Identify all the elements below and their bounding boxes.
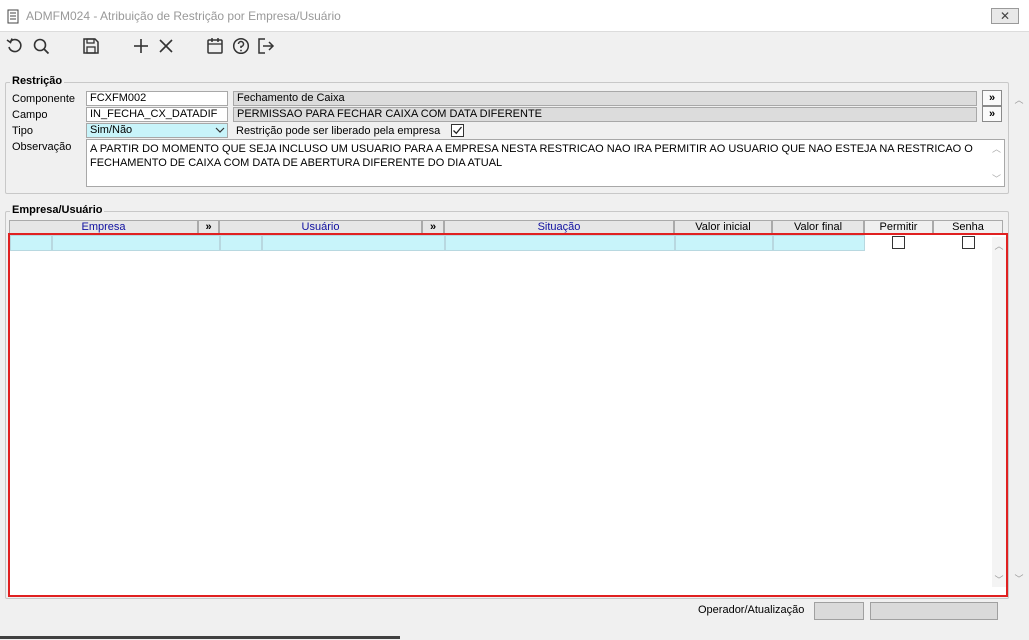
close-icon: ✕ [999, 9, 1011, 23]
campo-description: PERMISSAO PARA FECHAR CAIXA COM DATA DIF… [233, 107, 977, 122]
componente-label: Componente [12, 93, 75, 105]
add-button[interactable] [131, 36, 151, 56]
scroll-down-icon[interactable]: ﹀ [992, 573, 1006, 586]
scroll-down-icon[interactable]: ﹀ [1012, 572, 1026, 585]
toolbar [0, 32, 1029, 60]
observacao-text: A PARTIR DO MOMENTO QUE SEJA INCLUSO UM … [90, 143, 973, 169]
componente-description: Fechamento de Caixa [233, 91, 977, 106]
double-chevron-right-icon: » [988, 107, 996, 120]
help-icon [232, 37, 250, 55]
componente-field[interactable]: FCXFM002 [86, 91, 228, 106]
column-header-valor-inicial[interactable]: Valor inicial [674, 220, 772, 234]
usuario-code-cell[interactable] [220, 235, 262, 251]
window-scrollbar[interactable]: ︿ ﹀ [1012, 90, 1026, 590]
delete-button[interactable] [156, 36, 176, 56]
observacao-textarea[interactable]: A PARTIR DO MOMENTO QUE SEJA INCLUSO UM … [86, 139, 1005, 187]
situacao-cell[interactable] [445, 235, 675, 251]
tipo-select[interactable]: Sim/Não [86, 123, 228, 138]
close-button[interactable]: ✕ [991, 8, 1019, 24]
add-icon [134, 39, 148, 53]
campo-label: Campo [12, 109, 48, 121]
usuario-lookup-button[interactable]: » [422, 220, 444, 234]
senha-checkbox[interactable] [962, 236, 975, 249]
column-header-senha[interactable]: Senha [933, 220, 1003, 234]
chevron-down-icon [215, 124, 225, 137]
operador-label: Operador/Atualização [698, 604, 805, 616]
tipo-value: Sim/Não [90, 124, 133, 136]
scroll-up-icon[interactable]: ︿ [1012, 93, 1026, 106]
bottom-edge [0, 636, 400, 639]
usuario-cell[interactable] [262, 235, 445, 251]
empresa-lookup-button[interactable]: » [198, 220, 219, 234]
campo-lookup-button[interactable]: » [982, 106, 1002, 122]
empresa-cell[interactable] [52, 235, 220, 251]
column-header-empresa[interactable]: Empresa [9, 220, 198, 234]
checkmark-icon [453, 126, 463, 135]
exit-icon [258, 38, 275, 54]
atualizacao-field [870, 602, 998, 620]
window-title: ADMFM024 - Atribuição de Restrição por E… [26, 9, 341, 23]
campo-field[interactable]: IN_FECHA_CX_DATADIF [86, 107, 228, 122]
observacao-label: Observação [12, 141, 72, 153]
double-chevron-right-icon: » [988, 91, 996, 104]
operador-field [814, 602, 864, 620]
undo-icon [6, 38, 22, 53]
scroll-up-icon[interactable]: ︿ [992, 142, 1001, 156]
scroll-down-icon[interactable]: ﹀ [992, 172, 1001, 186]
scroll-up-icon[interactable]: ︿ [992, 239, 1006, 252]
valor-final-cell[interactable] [773, 235, 865, 251]
exit-button[interactable] [256, 36, 276, 56]
empresa-code-cell[interactable] [10, 235, 52, 251]
search-button[interactable] [31, 36, 51, 56]
grid-body[interactable]: ︿ ﹀ [8, 233, 1008, 597]
tipo-label: Tipo [12, 125, 33, 137]
grid-scrollbar[interactable]: ︿ ﹀ [992, 237, 1006, 587]
permitir-checkbox[interactable] [892, 236, 905, 249]
undo-button[interactable] [5, 36, 25, 56]
column-header-permitir[interactable]: Permitir [864, 220, 933, 234]
column-header-situacao[interactable]: Situação [444, 220, 674, 234]
window-title-bar: ADMFM024 - Atribuição de Restrição por E… [0, 0, 1029, 32]
save-icon [83, 38, 99, 54]
empresa-usuario-legend: Empresa/Usuário [10, 204, 105, 216]
search-icon [33, 38, 50, 55]
document-icon [7, 9, 19, 24]
column-header-valor-final[interactable]: Valor final [772, 220, 864, 234]
calendar-button[interactable] [205, 36, 225, 56]
column-header-usuario[interactable]: Usuário [219, 220, 422, 234]
restricao-legend: Restrição [10, 75, 65, 87]
componente-lookup-button[interactable]: » [982, 90, 1002, 106]
liberado-checkbox[interactable] [451, 124, 464, 137]
save-button[interactable] [81, 36, 101, 56]
liberado-label: Restrição pode ser liberado pela empresa [236, 125, 441, 137]
calendar-icon [207, 38, 223, 54]
valor-inicial-cell[interactable] [675, 235, 773, 251]
help-button[interactable] [231, 36, 251, 56]
delete-icon [159, 39, 173, 53]
